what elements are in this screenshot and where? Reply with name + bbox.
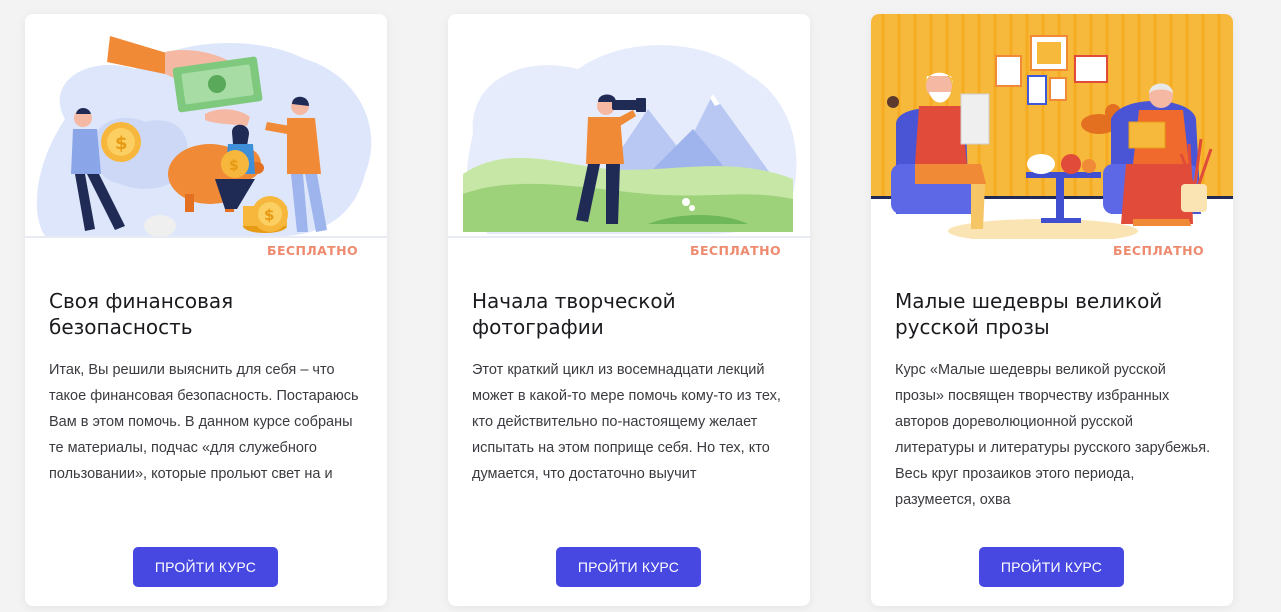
course-description: Этот краткий цикл из восемнадцати лекций… (472, 362, 781, 482)
course-title[interactable]: Малые шедевры великой русской прозы (895, 288, 1215, 340)
free-badge: БЕСПЛАТНО (1113, 243, 1204, 258)
take-course-button[interactable]: ПРОЙТИ КУРС (979, 547, 1124, 587)
photography-illustration (448, 14, 810, 239)
free-badge: БЕСПЛАТНО (690, 243, 781, 258)
course-description: Итак, Вы решили выяснить для себя – что … (49, 362, 359, 482)
course-card[interactable]: БЕСПЛАТНО Малые шедевры великой русской … (871, 14, 1233, 606)
course-title[interactable]: Своя финансовая безопасность (49, 288, 369, 340)
take-course-button[interactable]: ПРОЙТИ КУРС (556, 547, 701, 587)
take-course-button[interactable]: ПРОЙТИ КУРС (133, 547, 278, 587)
course-card[interactable]: $ $ $ БЕСПЛАТНО Своя финансовая безопасн… (25, 14, 387, 606)
course-description: Курс «Малые шедевры великой русской проз… (895, 362, 1211, 508)
course-card[interactable]: БЕСПЛАТНО Начала творческой фотографии Э… (448, 14, 810, 606)
free-badge: БЕСПЛАТНО (267, 243, 358, 258)
reading-couple-illustration (871, 14, 1233, 239)
svg-text:$: $ (264, 206, 274, 224)
finance-illustration: $ $ $ (25, 14, 387, 239)
course-list: $ $ $ БЕСПЛАТНО Своя финансовая безопасн… (0, 0, 1281, 612)
svg-text:$: $ (229, 158, 239, 174)
course-title[interactable]: Начала творческой фотографии (472, 288, 792, 340)
svg-text:$: $ (115, 133, 128, 154)
